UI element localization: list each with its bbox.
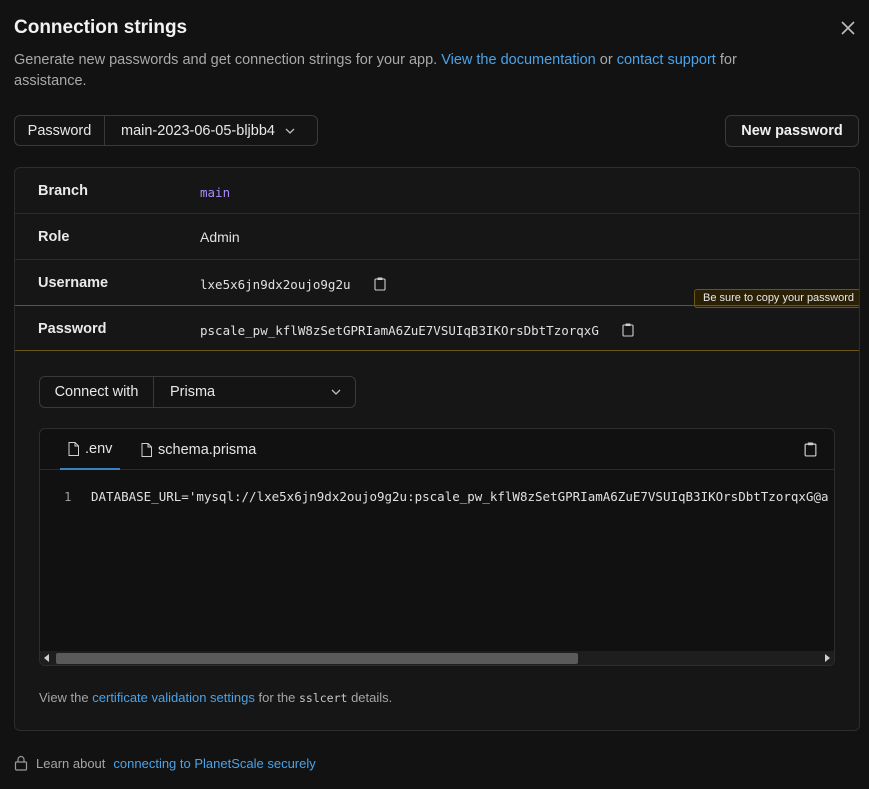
password-select-value[interactable]: main-2023-06-05-bljbb4	[105, 116, 317, 145]
support-link[interactable]: contact support	[617, 52, 716, 68]
scrollbar-thumb[interactable]	[56, 653, 578, 664]
dialog-title: Connection strings	[14, 17, 188, 38]
branch-row: Branch main	[15, 168, 859, 214]
connect-with-text: Prisma	[170, 384, 216, 400]
password-select-text: main-2023-06-05-bljbb4	[121, 122, 275, 139]
code-text[interactable]: DATABASE_URL='mysql://lxe5x6jn9dx2oujo9g…	[91, 489, 829, 504]
description-text: Generate new passwords and get connectio…	[14, 52, 438, 68]
cert-note-middle: for the	[258, 690, 296, 705]
branch-value: main	[200, 185, 231, 200]
cert-note-suffix: details.	[351, 690, 393, 705]
new-password-button[interactable]: New password	[725, 115, 859, 147]
username-value-wrap: lxe5x6jn9dx2oujo9g2u	[200, 277, 386, 292]
tab-env-label: .env	[85, 440, 113, 457]
sslcert-code: sslcert	[298, 691, 348, 705]
password-value-wrap: pscale_pw_kflW8zSetGPRIamA6ZuE7VSUIqB3IK…	[200, 323, 634, 338]
connection-card: Branch main Role Admin Username lxe5x6jn…	[14, 167, 860, 731]
file-icon	[141, 442, 152, 457]
password-row: Password pscale_pw_kflW8zSetGPRIamA6ZuE7…	[15, 305, 859, 351]
connect-with-select[interactable]: Connect with Prisma	[39, 376, 356, 408]
tab-schema-prisma[interactable]: schema.prisma	[141, 429, 256, 470]
tab-schema-prisma-label: schema.prisma	[158, 441, 257, 458]
connecting-securely-link[interactable]: connecting to PlanetScale securely	[113, 756, 315, 771]
file-icon	[68, 441, 79, 456]
cert-note: View the certificate validation settings…	[39, 690, 392, 705]
password-value: pscale_pw_kflW8zSetGPRIamA6ZuE7VSUIqB3IK…	[200, 323, 599, 338]
learn-security-note: Learn about connecting to PlanetScale se…	[14, 755, 316, 771]
password-select[interactable]: Password main-2023-06-05-bljbb4	[14, 115, 318, 146]
username-label: Username	[38, 275, 109, 291]
dialog-description: Generate new passwords and get connectio…	[14, 50, 774, 92]
password-label: Password	[38, 321, 107, 337]
chevron-down-icon	[331, 389, 341, 395]
copy-password-icon[interactable]	[622, 323, 634, 337]
code-panel: .env schema.prisma 1 DATABASE_URL='mysql…	[39, 428, 835, 666]
lock-icon	[14, 755, 28, 771]
password-select-label: Password	[15, 116, 105, 145]
connect-with-value[interactable]: Prisma	[154, 377, 355, 407]
horizontal-scrollbar[interactable]	[40, 651, 834, 665]
role-value: Admin	[200, 229, 240, 245]
role-row: Role Admin	[15, 214, 859, 260]
scroll-left-icon[interactable]	[40, 651, 54, 665]
copy-username-icon[interactable]	[374, 277, 386, 291]
learn-prefix: Learn about	[36, 755, 106, 771]
cert-validation-link[interactable]: certificate validation settings	[92, 690, 255, 705]
code-tabs: .env schema.prisma	[40, 429, 834, 470]
chevron-down-icon	[285, 128, 295, 134]
documentation-link[interactable]: View the documentation	[441, 52, 596, 68]
close-icon[interactable]	[838, 18, 858, 38]
branch-label: Branch	[38, 183, 88, 199]
tab-env[interactable]: .env	[60, 429, 121, 470]
scroll-right-icon[interactable]	[820, 651, 834, 665]
connect-with-label: Connect with	[40, 377, 154, 407]
line-number: 1	[64, 489, 72, 504]
or-text: or	[599, 52, 613, 68]
role-label: Role	[38, 229, 70, 245]
cert-note-prefix: View the	[39, 690, 89, 705]
username-value: lxe5x6jn9dx2oujo9g2u	[200, 277, 351, 292]
copy-code-icon[interactable]	[804, 442, 817, 457]
